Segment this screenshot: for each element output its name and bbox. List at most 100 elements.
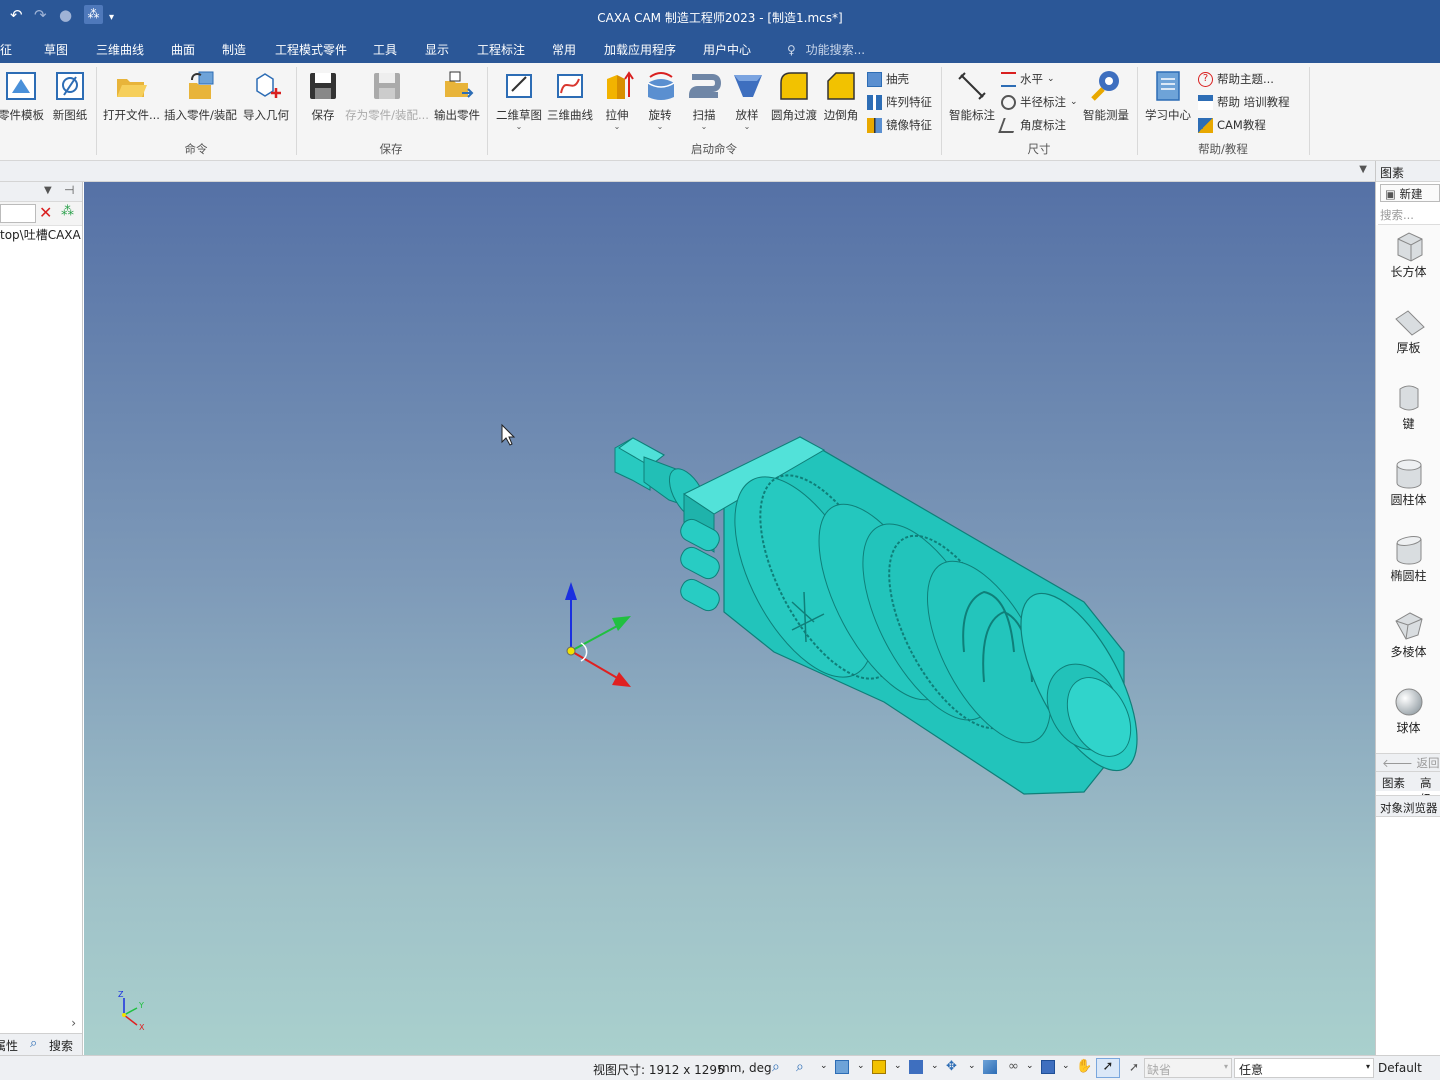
pattern-feature-button[interactable]: 阵列特征: [867, 92, 932, 112]
menu-load-apps[interactable]: 加载应用程序: [604, 41, 676, 58]
coordinate-triad[interactable]: [565, 582, 631, 687]
menu-common[interactable]: 常用: [552, 41, 576, 58]
pick-type-select[interactable]: 任意 ▾: [1234, 1058, 1374, 1078]
view-cube-icon[interactable]: [835, 1060, 849, 1074]
shading-icon[interactable]: [909, 1060, 923, 1074]
insert-part-label: 插入零件/装配: [164, 108, 237, 122]
library-new-label: 新建: [1399, 187, 1423, 201]
new-drawing-label: 新图纸: [52, 108, 88, 122]
scroll-right-icon[interactable]: ›: [71, 1016, 76, 1030]
window-title: CAXA CAM 制造工程师2023 - [制造1.mcs*]: [597, 11, 843, 25]
help-training-button[interactable]: 帮助 培训教程: [1198, 92, 1290, 112]
shape-polyprism[interactable]: 多棱体: [1376, 609, 1440, 660]
insert-part-button[interactable]: 插入零件/装配: [164, 69, 237, 123]
loft-dropdown-icon[interactable]: ⌄: [731, 123, 763, 131]
3d-viewport[interactable]: Z Y X: [84, 182, 1375, 1055]
tree-root-item[interactable]: top\吐槽CAXA: [0, 226, 81, 243]
revolve-button[interactable]: 旋转 ⌄: [644, 69, 676, 131]
export-part-button[interactable]: 输出零件: [433, 69, 481, 123]
chamfer-button[interactable]: 边倒角: [822, 69, 860, 123]
select-cursor-button[interactable]: ➚: [1096, 1058, 1120, 1078]
cam-tutorial-button[interactable]: CAM教程: [1198, 115, 1266, 135]
help-topics-button[interactable]: ? 帮助主题...: [1198, 69, 1274, 89]
extrude-dropdown-icon[interactable]: ⌄: [601, 123, 633, 131]
part-template-button[interactable]: 零件模板: [0, 69, 46, 123]
panel-dropdown-icon[interactable]: ▼: [44, 185, 52, 196]
library-search-input[interactable]: 搜索...: [1378, 205, 1440, 225]
display-cube-icon[interactable]: [1041, 1060, 1055, 1074]
spindle-model[interactable]: [614, 436, 1160, 795]
section-view-icon[interactable]: [983, 1060, 997, 1074]
chevron-down-icon[interactable]: ⌄: [931, 1061, 939, 1071]
save-as-part-button[interactable]: 存为零件/装配...: [345, 69, 429, 123]
zoom-window-icon[interactable]: ⌕: [796, 1059, 804, 1075]
menu-user-center[interactable]: 用户中心: [703, 41, 751, 58]
chevron-down-icon[interactable]: ⌄: [1047, 74, 1055, 84]
chevron-down-icon[interactable]: ⌄: [1026, 1061, 1034, 1071]
tab-properties[interactable]: 属性: [0, 1037, 18, 1054]
shape-plate[interactable]: 厚板: [1376, 305, 1440, 356]
chevron-down-icon[interactable]: ⌄: [1070, 97, 1078, 107]
shape-elliptic-cylinder[interactable]: 椭圆柱: [1376, 533, 1440, 584]
shell-button[interactable]: 抽壳: [867, 69, 909, 89]
import-geometry-button[interactable]: 导入几何: [242, 69, 290, 123]
fillet-button[interactable]: 圆角过渡: [770, 69, 818, 123]
horizontal-scrollbar[interactable]: ›: [0, 1014, 82, 1034]
smart-dimension-button[interactable]: 智能标注: [948, 69, 996, 123]
tab-search[interactable]: 搜索: [49, 1037, 73, 1054]
chevron-down-icon[interactable]: ⌄: [820, 1061, 828, 1071]
library-back-button[interactable]: 🡐 返回: [1376, 753, 1440, 771]
open-file-button[interactable]: 打开文件...: [103, 69, 160, 123]
chevron-down-icon[interactable]: ⌄: [894, 1061, 902, 1071]
tree-filter-input[interactable]: [0, 204, 36, 223]
curve3d-button[interactable]: 三维曲线: [547, 69, 593, 123]
export-part-icon: [445, 71, 474, 98]
object-browser-header[interactable]: 对象浏览器: [1376, 795, 1440, 817]
menu-engineering-annotation[interactable]: 工程标注: [477, 41, 525, 58]
tab-elements[interactable]: 图素: [1382, 775, 1405, 791]
chevron-down-icon[interactable]: ⌄: [968, 1061, 976, 1071]
zoom-icon[interactable]: ⌕: [772, 1059, 780, 1075]
shape-key[interactable]: 键: [1376, 381, 1440, 432]
sweep-dropdown-icon[interactable]: ⌄: [688, 123, 720, 131]
tree-settings-icon[interactable]: ⁂: [61, 204, 74, 219]
loft-button[interactable]: 放样 ⌄: [731, 69, 763, 131]
chevron-down-icon[interactable]: ⌄: [1062, 1061, 1070, 1071]
menu-manufacture[interactable]: 制造: [222, 41, 246, 58]
render-mode-icon[interactable]: [872, 1060, 886, 1074]
new-drawing-button[interactable]: 新图纸: [48, 69, 92, 123]
menu-tools[interactable]: 工具: [373, 41, 397, 58]
save-button[interactable]: 保存: [306, 69, 340, 123]
menu-3d-curve[interactable]: 三维曲线: [96, 41, 144, 58]
menu-feature[interactable]: 特征: [0, 41, 12, 58]
sketch2d-dropdown-icon[interactable]: ⌄: [496, 123, 542, 131]
angle-dimension-button[interactable]: 角度标注: [998, 115, 1066, 135]
learning-center-button[interactable]: 学习中心: [1144, 69, 1192, 123]
menu-engineering-part[interactable]: 工程模式零件: [275, 41, 347, 58]
sketch2d-button[interactable]: 二维草图 ⌄: [496, 69, 542, 131]
library-new-button[interactable]: ▣ 新建: [1380, 184, 1440, 202]
sweep-button[interactable]: 扫描 ⌄: [688, 69, 722, 131]
menu-display[interactable]: 显示: [425, 41, 449, 58]
radius-dimension-button[interactable]: 半径标注 ⌄: [1001, 92, 1078, 112]
ribbon-options-icon[interactable]: ▼: [1359, 164, 1367, 175]
shape-sphere[interactable]: 球体: [1376, 685, 1440, 736]
units-readout: mm, deg: [718, 1061, 772, 1075]
smart-measure-button[interactable]: 智能测量: [1082, 69, 1130, 123]
extrude-button[interactable]: 拉伸 ⌄: [601, 69, 634, 131]
selection-filter-select[interactable]: 缺省 ▾: [1144, 1058, 1232, 1078]
shape-box[interactable]: 长方体: [1376, 229, 1440, 280]
shape-cylinder[interactable]: 圆柱体: [1376, 457, 1440, 508]
mirror-feature-button[interactable]: 镜像特征: [867, 115, 932, 135]
glasses-icon[interactable]: ∞: [1008, 1059, 1019, 1074]
library-tabs: 图素 高级: [1376, 771, 1440, 806]
chevron-down-icon[interactable]: ⌄: [857, 1061, 865, 1071]
menu-surface[interactable]: 曲面: [171, 41, 195, 58]
clear-filter-icon[interactable]: ✕: [39, 203, 52, 222]
move-view-icon[interactable]: ✥: [946, 1059, 957, 1074]
pin-icon[interactable]: ⊣: [64, 183, 74, 197]
revolve-dropdown-icon[interactable]: ⌄: [644, 123, 676, 131]
horizontal-dimension-button[interactable]: 水平 ⌄: [1001, 69, 1055, 89]
function-search[interactable]: ♀ 功能搜索...: [787, 41, 865, 58]
menu-sketch[interactable]: 草图: [44, 41, 68, 58]
